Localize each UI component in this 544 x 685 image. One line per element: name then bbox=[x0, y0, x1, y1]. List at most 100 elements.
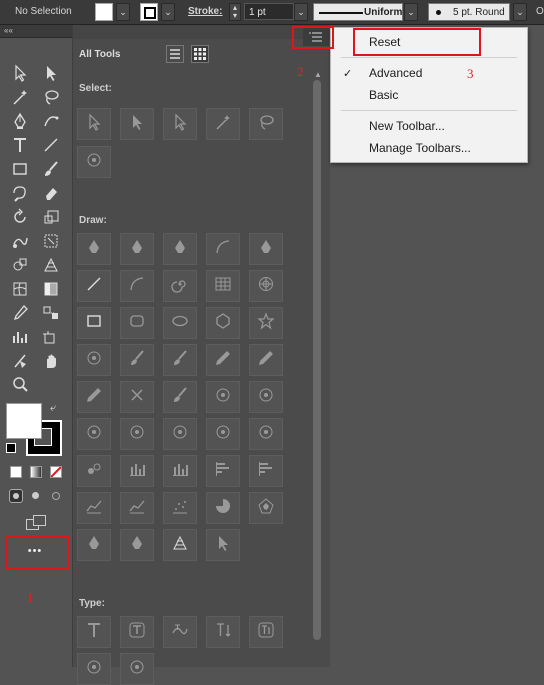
fill-dropdown[interactable]: ⌄ bbox=[116, 3, 130, 21]
width-tool-icon[interactable] bbox=[9, 230, 31, 252]
drawer-tool-cell[interactable] bbox=[249, 108, 283, 140]
drawer-tool-cell[interactable] bbox=[249, 381, 283, 413]
gradient-mode-icon[interactable] bbox=[30, 466, 42, 478]
curvature-tool-icon[interactable] bbox=[40, 110, 62, 132]
drawer-tool-cell[interactable] bbox=[163, 455, 197, 487]
drawer-tool-cell[interactable] bbox=[77, 653, 111, 685]
drawer-tool-cell[interactable] bbox=[163, 529, 197, 561]
draw-inside-icon[interactable] bbox=[49, 489, 61, 501]
direct-selection-tool-icon[interactable] bbox=[40, 62, 62, 84]
column-graph-tool-icon[interactable] bbox=[9, 326, 31, 348]
drawer-tool-cell[interactable] bbox=[120, 455, 154, 487]
rectangle-tool-icon[interactable] bbox=[9, 158, 31, 180]
gradient-tool-icon[interactable] bbox=[40, 278, 62, 300]
menu-item-basic[interactable]: Basic bbox=[369, 88, 398, 102]
drawer-tool-cell[interactable] bbox=[206, 307, 240, 339]
stroke-swatch[interactable] bbox=[140, 3, 158, 21]
drawer-tool-cell[interactable] bbox=[163, 108, 197, 140]
scale-tool-icon[interactable] bbox=[40, 206, 62, 228]
drawer-tool-cell[interactable] bbox=[77, 233, 111, 265]
hand-tool-icon[interactable] bbox=[40, 350, 62, 372]
fill-swatch[interactable] bbox=[95, 3, 113, 21]
drawer-tool-cell[interactable] bbox=[206, 455, 240, 487]
drawer-tool-cell[interactable] bbox=[163, 344, 197, 376]
zoom-tool-icon[interactable] bbox=[9, 373, 31, 395]
brush-field[interactable]: 5 pt. Round bbox=[428, 3, 510, 21]
drawer-tool-cell[interactable] bbox=[120, 270, 154, 302]
drawer-tool-cell[interactable] bbox=[77, 616, 111, 648]
drawer-tool-cell[interactable] bbox=[120, 381, 154, 413]
drawer-tool-cell[interactable] bbox=[77, 344, 111, 376]
menu-item-advanced[interactable]: Advanced bbox=[369, 66, 422, 80]
drawer-tool-cell[interactable] bbox=[249, 307, 283, 339]
artboard-tool-icon[interactable] bbox=[40, 326, 62, 348]
drawer-tool-cell[interactable] bbox=[249, 616, 283, 648]
line-segment-tool-icon[interactable] bbox=[40, 134, 62, 156]
menu-item-new-toolbar[interactable]: New Toolbar... bbox=[369, 119, 445, 133]
drawer-tool-cell[interactable] bbox=[249, 418, 283, 450]
slice-tool-icon[interactable] bbox=[9, 350, 31, 372]
blend-tool-icon[interactable] bbox=[40, 302, 62, 324]
default-colors-icon[interactable] bbox=[6, 443, 16, 453]
drawer-tool-cell[interactable] bbox=[163, 492, 197, 524]
stroke-weight-dropdown[interactable]: ⌄ bbox=[294, 3, 308, 21]
drawer-tool-cell[interactable] bbox=[77, 108, 111, 140]
drawer-tool-cell[interactable] bbox=[206, 233, 240, 265]
eyedropper-tool-icon[interactable] bbox=[9, 302, 31, 324]
perspective-grid-tool-icon[interactable] bbox=[40, 254, 62, 276]
selection-tool-icon[interactable] bbox=[9, 62, 31, 84]
drawer-tool-cell[interactable] bbox=[120, 307, 154, 339]
drawer-tool-cell[interactable] bbox=[163, 270, 197, 302]
drawer-tool-cell[interactable] bbox=[77, 270, 111, 302]
drawer-tool-cell[interactable] bbox=[120, 616, 154, 648]
drawer-tool-cell[interactable] bbox=[120, 108, 154, 140]
drawer-tool-cell[interactable] bbox=[249, 455, 283, 487]
drawer-tool-cell[interactable] bbox=[249, 344, 283, 376]
drawer-tool-cell[interactable] bbox=[120, 653, 154, 685]
stroke-stepper[interactable]: ▴ ▾ bbox=[229, 3, 241, 21]
drawer-tool-cell[interactable] bbox=[77, 307, 111, 339]
drawer-scrollbar[interactable] bbox=[313, 80, 321, 640]
drawer-tool-cell[interactable] bbox=[163, 616, 197, 648]
drawer-tool-cell[interactable] bbox=[249, 492, 283, 524]
drawer-tool-cell[interactable] bbox=[163, 233, 197, 265]
screen-mode-icon[interactable] bbox=[26, 515, 46, 531]
menu-item-manage-toolbars[interactable]: Manage Toolbars... bbox=[369, 141, 471, 155]
drawer-tool-cell[interactable] bbox=[206, 270, 240, 302]
drawer-tool-cell[interactable] bbox=[206, 381, 240, 413]
scroll-up-arrow[interactable]: ▲ bbox=[314, 70, 322, 79]
pen-tool-icon[interactable] bbox=[9, 110, 31, 132]
list-view-button[interactable] bbox=[166, 45, 184, 63]
stroke-dropdown[interactable]: ⌄ bbox=[161, 3, 175, 21]
rotate-tool-icon[interactable] bbox=[9, 206, 31, 228]
stroke-profile-field[interactable]: Uniform bbox=[313, 3, 403, 21]
type-tool-icon[interactable] bbox=[9, 134, 31, 156]
magic-wand-tool-icon[interactable] bbox=[9, 86, 31, 108]
drawer-tool-cell[interactable] bbox=[206, 529, 240, 561]
drawer-tool-cell[interactable] bbox=[77, 381, 111, 413]
eraser-tool-icon[interactable] bbox=[40, 182, 62, 204]
shaper-tool-icon[interactable] bbox=[9, 182, 31, 204]
fill-color-box[interactable] bbox=[6, 403, 42, 439]
drawer-tool-cell[interactable] bbox=[77, 492, 111, 524]
swap-colors-icon[interactable]: ⤶ bbox=[50, 402, 56, 415]
draw-behind-icon[interactable] bbox=[29, 489, 41, 501]
stroke-weight-field[interactable]: 1 pt bbox=[244, 3, 294, 20]
drawer-tool-cell[interactable] bbox=[77, 146, 111, 178]
drawer-tool-cell[interactable] bbox=[120, 492, 154, 524]
drawer-tool-cell[interactable] bbox=[206, 108, 240, 140]
drawer-tool-cell[interactable] bbox=[206, 492, 240, 524]
drawer-tool-cell[interactable] bbox=[163, 418, 197, 450]
draw-normal-icon[interactable] bbox=[9, 489, 23, 503]
drawer-tool-cell[interactable] bbox=[249, 233, 283, 265]
drawer-tool-cell[interactable] bbox=[120, 233, 154, 265]
lasso-tool-icon[interactable] bbox=[40, 86, 62, 108]
brush-dropdown[interactable]: ⌄ bbox=[513, 3, 527, 21]
paintbrush-tool-icon[interactable] bbox=[40, 158, 62, 180]
drawer-tool-cell[interactable] bbox=[206, 616, 240, 648]
drawer-tool-cell[interactable] bbox=[77, 418, 111, 450]
shape-builder-tool-icon[interactable] bbox=[9, 254, 31, 276]
drawer-tool-cell[interactable] bbox=[206, 418, 240, 450]
drawer-tool-cell[interactable] bbox=[206, 344, 240, 376]
drawer-tool-cell[interactable] bbox=[120, 344, 154, 376]
